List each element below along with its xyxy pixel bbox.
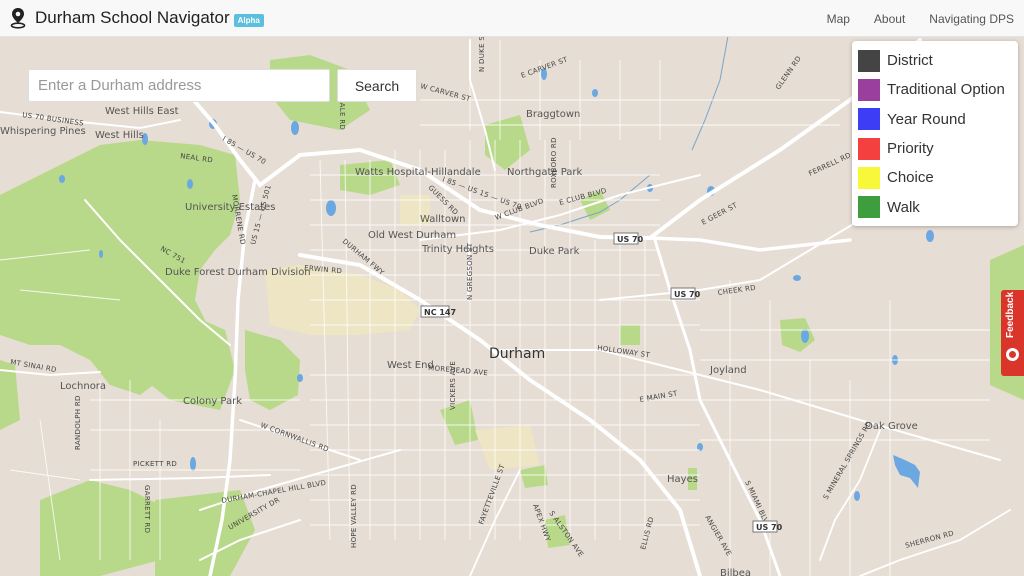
shield-us70: US 70 [613,232,644,245]
road-label: RANDOLPH RD [74,395,82,450]
place-label: Old West Durham [368,230,456,241]
legend-item-traditional-option: Traditional Option [858,75,1018,104]
place-label: West End [387,360,434,371]
place-label: Joyland [709,365,747,376]
place-label: Colony Park [183,396,242,407]
pond-7 [592,89,598,97]
legend-swatch [858,78,880,101]
park-east [620,325,640,345]
city-label: Durham [489,346,545,362]
road-label: N GREGSON ST [466,242,474,300]
place-label: Northgate Park [507,167,583,178]
legend-item-year-round: Year Round [858,105,1018,134]
legend-item-district: District [858,46,1018,75]
legend-label: Choice [887,169,934,187]
place-label: Oak Grove [865,421,918,432]
map-canvas[interactable]: West Hills East West Hills Whispering Pi… [0,37,1024,576]
legend-label: Year Round [887,110,966,128]
road-label: VICKERS AVE [449,361,457,410]
road-label: HOPE VALLEY RD [350,484,358,548]
place-label: Trinity Heights [421,244,494,255]
road-label: GARRETT RD [143,485,151,533]
navbar: Durham School Navigator Alpha Map About … [0,0,1024,37]
legend-swatch [858,108,880,131]
legend-label: Priority [887,140,934,158]
svg-text:US 70: US 70 [617,235,644,244]
search-button[interactable]: Search [337,69,417,102]
legend-item-choice: Choice [858,163,1018,192]
pond-5 [187,179,193,189]
road-label: PICKETT RD [133,460,177,468]
svg-text:US 70: US 70 [756,523,783,532]
shield-us70: US 70 [752,520,783,533]
nav-link-map[interactable]: Map [827,12,850,26]
place-label: Duke Park [529,246,580,257]
nav-link-about[interactable]: About [874,12,905,26]
legend-label: Walk [887,198,920,216]
place-label: Hayes [667,474,698,485]
pond-14 [297,374,303,382]
place-label: Walltown [420,214,466,225]
place-label: Watts Hospital-Hillandale [355,167,481,178]
road-label: N DUKE ST [478,37,486,72]
alpha-badge: Alpha [233,13,264,27]
address-search-input[interactable] [28,69,330,102]
legend-item-walk: Walk [858,192,1018,221]
feedback-tab[interactable]: Feedback [1001,290,1024,376]
road-label: ROXBORO RD [550,137,558,188]
legend-label: District [887,52,933,70]
legend-swatch [858,196,880,219]
svg-text:NC 147: NC 147 [424,308,456,317]
brand[interactable]: Durham School Navigator Alpha [9,7,264,29]
pond-16 [926,230,934,242]
nav-link-navigating-dps[interactable]: Navigating DPS [929,12,1014,26]
legend-swatch [858,49,880,72]
pond-15 [190,457,196,471]
legend-item-priority: Priority [858,134,1018,163]
map-pin-icon [10,8,26,29]
feedback-icon [1006,348,1019,361]
legend-label: Traditional Option [887,81,1005,99]
place-label: Lochnora [60,381,106,392]
place-label: Bilbea [720,568,751,576]
place-label: West Hills East [105,106,179,117]
legend-swatch [858,166,880,189]
pond-12 [854,491,860,501]
pond-13 [99,250,103,258]
place-label: Duke Forest Durham Division [165,267,311,278]
school-type-legend: District Traditional Option Year Round P… [852,41,1018,226]
lake-watts [326,200,336,216]
shield-nc147: NC 147 [420,305,456,318]
app-title: Durham School Navigator [35,8,230,27]
svg-text:US 70: US 70 [674,290,701,299]
feedback-label: Feedback [1005,291,1016,338]
legend-swatch [858,137,880,160]
pond-3 [291,121,299,135]
pond-2 [59,175,65,183]
place-label: Whispering Pines [0,126,86,137]
pond-11 [793,275,801,281]
pond-10 [801,329,809,343]
nav-links: Map About Navigating DPS [803,0,1014,37]
place-label: Braggtown [526,109,580,120]
place-label: West Hills [95,130,144,141]
shield-us70: US 70 [670,287,701,300]
